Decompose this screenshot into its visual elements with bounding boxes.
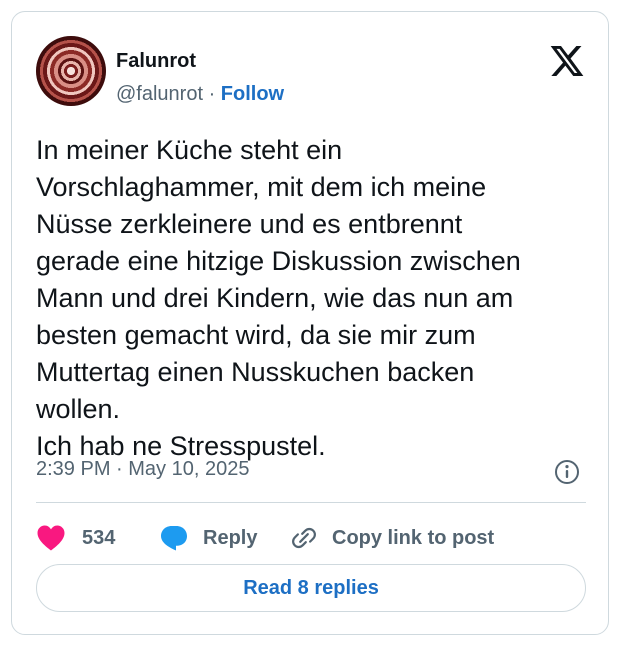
speech-bubble-icon [161, 526, 187, 551]
copy-link-button[interactable]: Copy link to post [290, 520, 494, 556]
author-handle-line: @falunrot · Follow [116, 83, 284, 106]
avatar[interactable] [36, 36, 106, 106]
info-icon[interactable] [554, 459, 580, 485]
author-handle[interactable]: @falunrot [116, 83, 203, 105]
handle-separator: · [203, 83, 221, 105]
reply-button[interactable]: Reply [159, 520, 257, 556]
reply-label: Reply [203, 526, 258, 549]
like-button[interactable]: 534 [36, 520, 115, 556]
tweet-header: Falunrot @falunrot · Follow [36, 36, 586, 106]
divider [36, 502, 586, 503]
heart-icon [37, 525, 65, 551]
like-count: 534 [82, 526, 116, 549]
tweet-text: In meiner Küche steht ein Vorschlaghamme… [36, 135, 521, 461]
tweet-card: Falunrot @falunrot · Follow In meiner Kü… [11, 11, 609, 635]
x-logo-icon[interactable] [550, 46, 584, 76]
copy-link-label: Copy link to post [332, 526, 495, 549]
link-icon [292, 527, 316, 549]
read-replies-button[interactable]: Read 8 replies [36, 564, 586, 612]
tweet-timestamp[interactable]: 2:39 PM · May 10, 2025 [36, 458, 249, 481]
follow-button[interactable]: Follow [221, 83, 284, 105]
action-bar: 534 Reply Copy link to post [36, 520, 586, 556]
author-name[interactable]: Falunrot [116, 50, 196, 73]
